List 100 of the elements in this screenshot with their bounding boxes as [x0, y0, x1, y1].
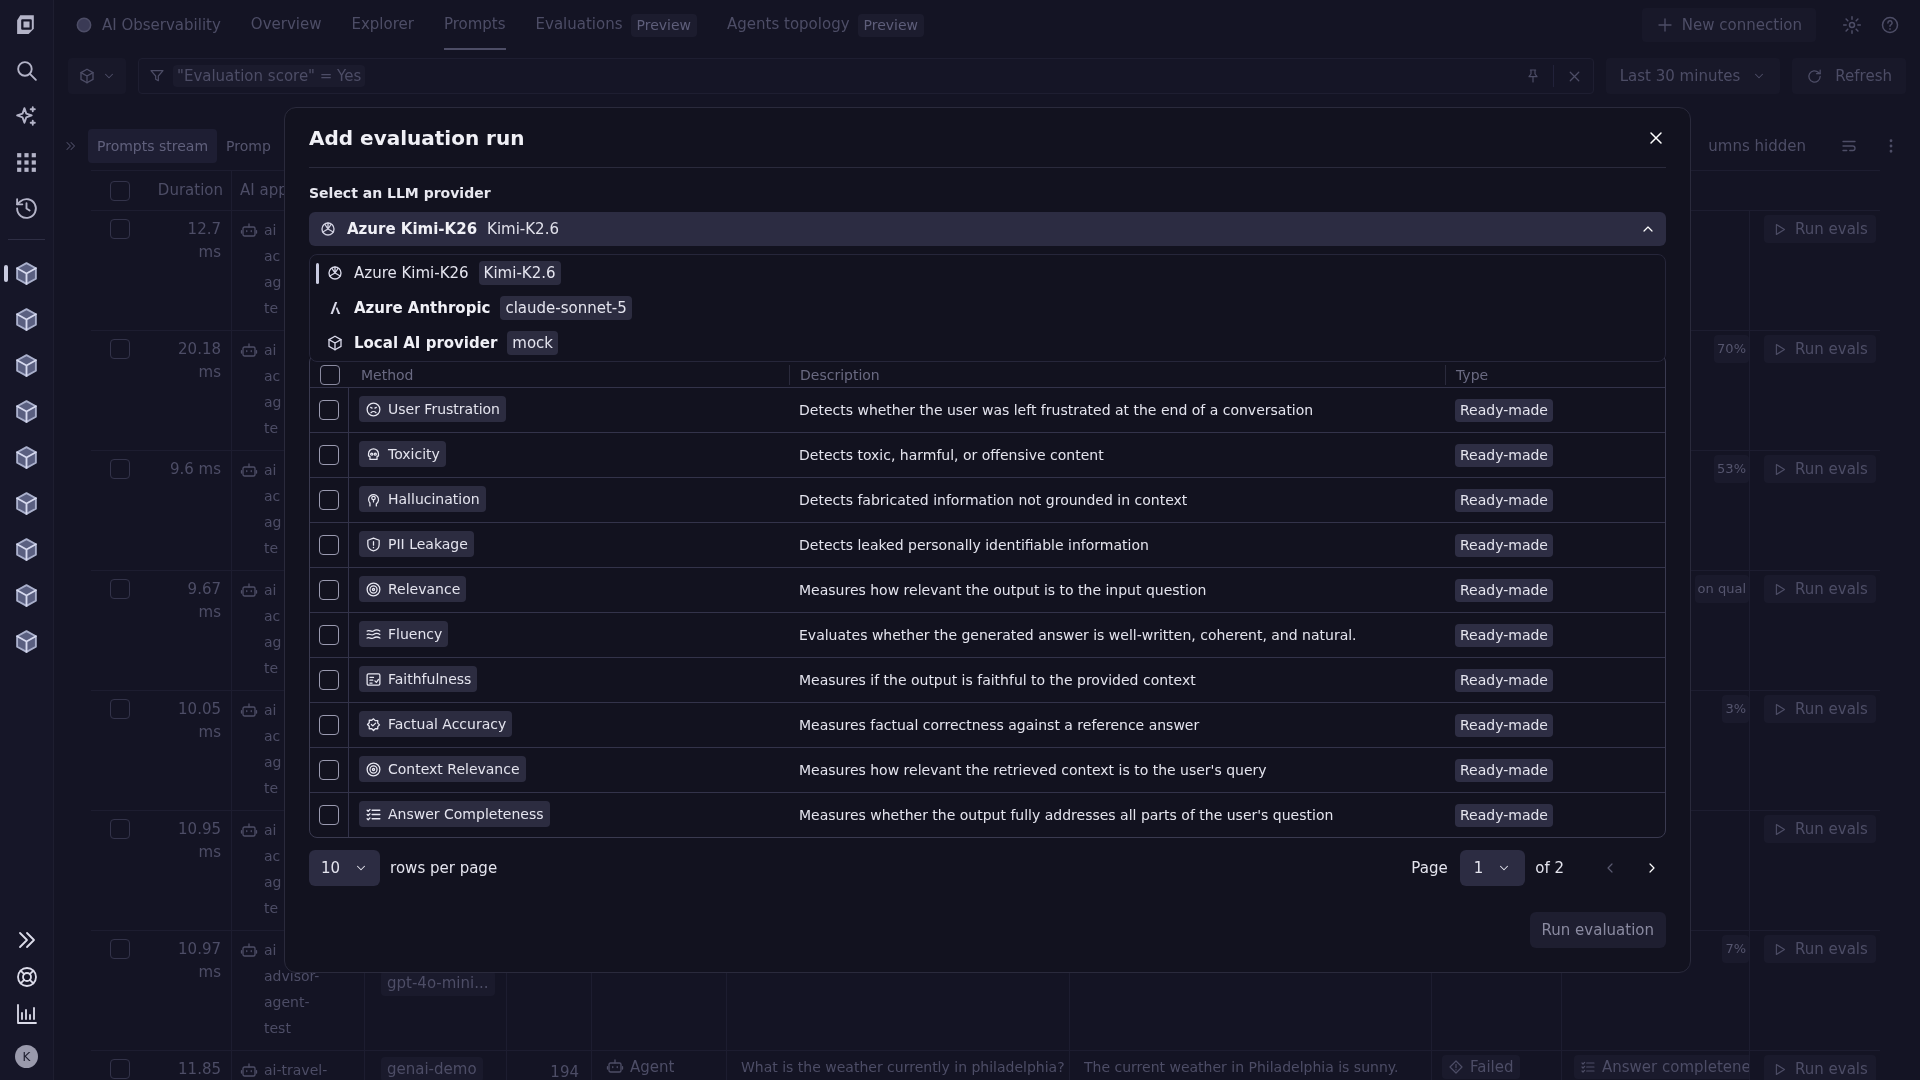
lifebuoy-icon[interactable] — [14, 965, 39, 989]
skull-icon — [365, 445, 382, 463]
method-badge: User Frustration — [359, 396, 506, 423]
page-select[interactable]: 1 — [1459, 850, 1526, 886]
cube-icon[interactable] — [14, 537, 39, 562]
preview-badge: Preview — [857, 13, 925, 37]
checkbox[interactable] — [110, 180, 130, 201]
view-tab[interactable]: Prompts stream — [88, 129, 218, 163]
checkbox[interactable] — [319, 490, 339, 510]
checkbox[interactable] — [110, 339, 130, 359]
provider-option[interactable]: Local AI provider mock — [310, 328, 1665, 358]
model-badge: mock — [507, 330, 559, 356]
table-cell-text: ag — [264, 393, 282, 412]
table-cell-text: te — [264, 899, 280, 918]
table-cell-text: ai — [264, 221, 278, 240]
run-evals-button[interactable]: Run evals — [1764, 335, 1876, 363]
method-badge: Toxicity — [359, 441, 446, 468]
avatar[interactable]: K — [15, 1045, 38, 1068]
robot-icon — [240, 1061, 258, 1079]
checkbox[interactable] — [319, 580, 339, 600]
filter-token: "Evaluation score" = Yes — [173, 64, 366, 88]
search-icon[interactable] — [14, 58, 39, 83]
rows-per-page-label: rows per page — [390, 857, 498, 879]
rows-per-page-select[interactable]: 10 — [309, 850, 381, 886]
timeframe-selector[interactable]: Last 30 minutes — [1605, 58, 1781, 94]
run-evals-button[interactable]: Run evals — [1764, 815, 1876, 843]
checkbox[interactable] — [110, 939, 130, 959]
nav-tab[interactable]: Prompts — [443, 0, 506, 50]
dialog-title: Add evaluation run — [309, 124, 525, 152]
method-badge: Answer Completeness — [359, 801, 550, 828]
checkbox[interactable] — [319, 760, 339, 780]
table-cell-text: te — [264, 419, 280, 438]
checkbox[interactable] — [319, 625, 339, 645]
view-tab[interactable]: Promp — [217, 129, 280, 163]
run-evals-button[interactable]: Run evals — [1764, 455, 1876, 483]
provider-select[interactable]: Azure Kimi-K26 Kimi-K2.6 — [309, 212, 1666, 246]
nav-tab[interactable]: Agents topology — [727, 0, 850, 50]
target-icon — [365, 760, 382, 778]
new-connection-button[interactable]: New connection — [1641, 8, 1816, 42]
cube-icon[interactable] — [14, 399, 39, 424]
nav-tab[interactable]: Evaluations — [535, 0, 623, 50]
checkbox[interactable] — [319, 365, 340, 385]
checkbox[interactable] — [110, 579, 130, 599]
nav-tab[interactable]: Overview — [250, 0, 322, 50]
checkbox[interactable] — [319, 445, 339, 465]
sparkle-icon[interactable] — [14, 104, 39, 129]
robot-icon — [240, 941, 258, 959]
checkbox[interactable] — [319, 535, 339, 555]
cube-sparkle-icon — [326, 334, 344, 352]
checkbox[interactable] — [110, 699, 130, 719]
refresh-button[interactable]: Refresh — [1792, 58, 1906, 94]
grid-icon[interactable] — [14, 150, 39, 175]
cube-icon[interactable] — [14, 261, 39, 286]
score-badge: 3% — [1722, 695, 1749, 723]
model-badge: Kimi-K2.6 — [478, 260, 561, 286]
checkbox[interactable] — [319, 670, 339, 690]
provider-option[interactable]: Azure Anthropic claude-sonnet-5 — [310, 293, 1665, 323]
history-icon[interactable] — [14, 196, 39, 221]
table-cell: Detects fabricated information not grounded in context — [799, 491, 1188, 508]
cube-icon[interactable] — [14, 583, 39, 608]
run-evals-button[interactable]: Run evals — [1764, 575, 1876, 603]
checkbox[interactable] — [110, 219, 130, 239]
table-cell: 9.6 ms — [169, 460, 221, 478]
column-header: Description — [800, 365, 880, 385]
table-cell-text: ag — [264, 753, 282, 772]
nav-tab[interactable]: Explorer — [351, 0, 414, 50]
table-cell: Measures if the output is faithful to the provided context — [799, 671, 1196, 688]
robot-icon — [240, 581, 258, 599]
checkbox[interactable] — [319, 805, 339, 825]
robot-icon — [606, 1057, 624, 1075]
table-cell-text: ac — [264, 607, 282, 626]
checkbox[interactable] — [319, 400, 339, 420]
table-cell: 10.97 ms — [178, 940, 221, 981]
cube-icon[interactable] — [14, 629, 39, 654]
checkbox[interactable] — [110, 819, 130, 839]
table-cell: Detects toxic, harmful, or offensive content — [799, 446, 1104, 463]
checkbox[interactable] — [319, 715, 339, 735]
run-evals-button[interactable]: Run evals — [1764, 695, 1876, 723]
bar-chart-icon[interactable] — [14, 1002, 39, 1026]
columns-hidden-label: umns hidden — [1708, 135, 1806, 157]
target-icon — [365, 580, 382, 598]
robot-icon — [240, 221, 258, 239]
checkbox[interactable] — [110, 459, 130, 479]
table-cell-text: ai — [264, 341, 278, 360]
cube-icon[interactable] — [14, 353, 39, 378]
cube-icon[interactable] — [14, 445, 39, 470]
cube-icon[interactable] — [14, 491, 39, 516]
run-evals-button[interactable]: Run evals — [1764, 1055, 1876, 1080]
face-icon — [365, 400, 382, 418]
cube-icon[interactable] — [14, 307, 39, 332]
column-header: Duration — [157, 180, 223, 202]
run-evals-button[interactable]: Run evals — [1764, 215, 1876, 243]
table-cell: The current weather in Philadelphia is sunny. — [1084, 1059, 1399, 1075]
run-evals-button[interactable]: Run evals — [1764, 935, 1876, 963]
provider-option[interactable]: Azure Kimi-K26 Kimi-K2.6 — [310, 258, 1665, 288]
model-badge: genai-demo — [381, 1057, 483, 1080]
checkbox[interactable] — [110, 1059, 130, 1079]
table-cell-text: te — [264, 659, 280, 678]
page-label: Page — [1411, 857, 1448, 879]
shield-icon — [365, 535, 382, 553]
